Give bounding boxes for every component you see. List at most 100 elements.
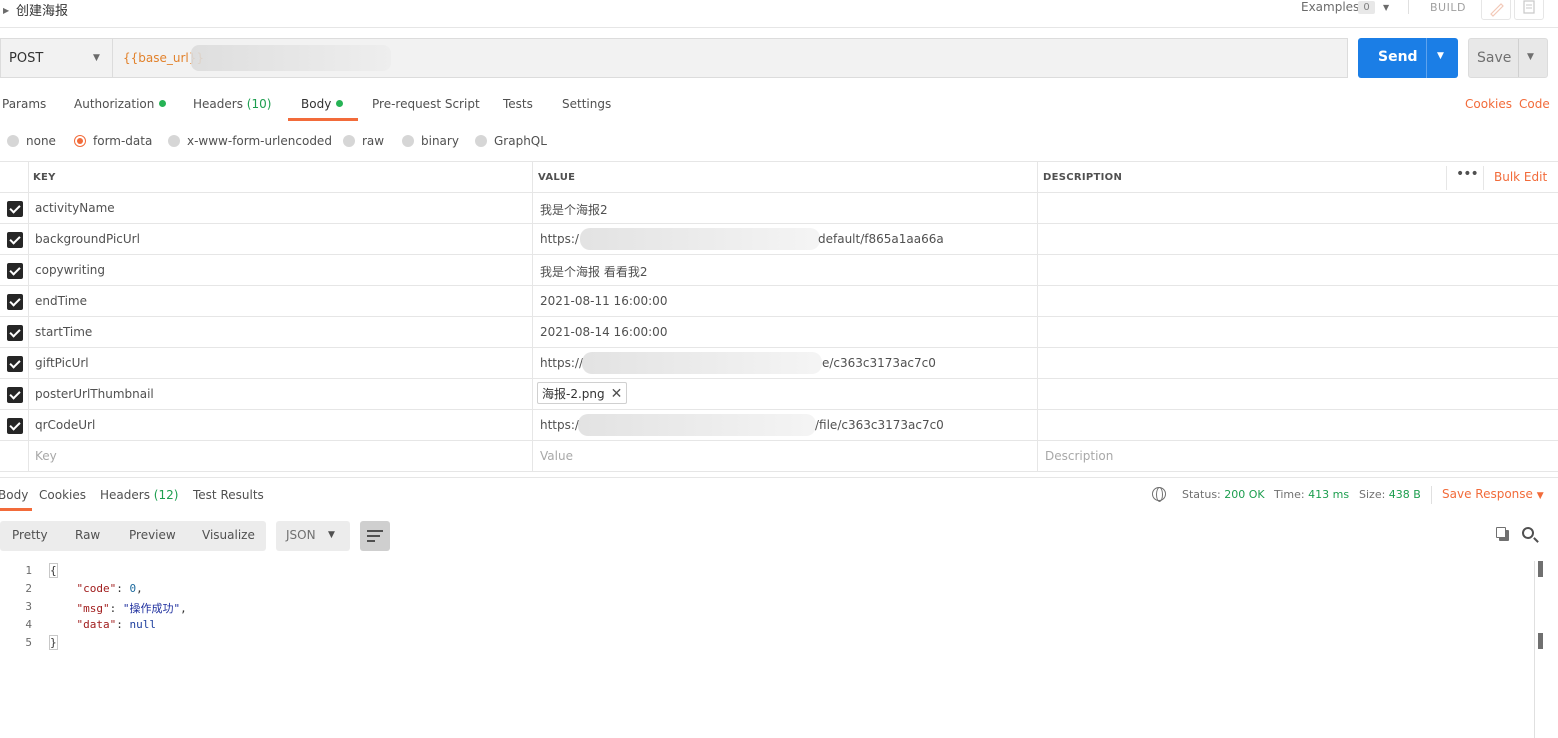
status-readout: Status: 200 OK [1182,488,1265,501]
code-line: } [49,635,58,650]
radio-graphql[interactable]: GraphQL [475,134,547,148]
response-tab-body[interactable]: Body [0,488,28,502]
response-tab-headers[interactable]: Headers (12) [100,488,178,502]
format-select[interactable]: JSON ▼ [276,521,350,551]
tab-params[interactable]: Params [2,97,46,111]
code-line: "data": null [76,618,157,631]
param-key[interactable]: qrCodeUrl [35,418,95,432]
param-value-prefix[interactable]: https:/ [540,232,579,246]
param-value[interactable]: 我是个海报 看看我2 [540,263,647,280]
param-value-suffix[interactable]: /file/c363c3173ac7c0 [815,418,944,432]
redacted-region [580,228,820,250]
more-options-icon[interactable]: ••• [1456,166,1479,182]
param-value-suffix[interactable]: default/f865a1aa66a [818,232,944,246]
column-divider [1483,166,1484,190]
build-mode-label[interactable]: BUILD [1430,1,1466,14]
edit-icon[interactable] [1481,0,1511,20]
code-line: "code": 0, [76,582,143,595]
column-header-key: KEY [33,172,56,183]
row-checkbox[interactable] [7,325,23,341]
redacted-region [191,45,391,71]
row-checkbox[interactable] [7,263,23,279]
bulk-edit-link[interactable]: Bulk Edit [1494,170,1547,184]
param-key[interactable]: copywriting [35,263,105,277]
tab-headers[interactable]: Headers (10) [193,97,271,111]
row-checkbox[interactable] [7,201,23,217]
column-header-value: VALUE [538,172,576,183]
tab-pre-request-script[interactable]: Pre-request Script [372,97,480,111]
examples-dropdown-icon[interactable]: ▼ [1383,3,1389,12]
tab-tests[interactable]: Tests [503,97,533,111]
radio-x-www-form-urlencoded[interactable]: x-www-form-urlencoded [168,134,332,148]
param-value[interactable]: 2021-08-14 16:00:00 [540,325,667,339]
cookies-link[interactable]: Cookies [1465,97,1512,111]
collapse-caret-icon[interactable]: ▶ [3,6,9,15]
wrap-lines-button[interactable] [360,521,390,551]
response-body-editor[interactable]: 1 { 2 "code": 0, 3 "msg": "操作成功", 4 "dat… [0,561,1540,738]
response-tab-test-results[interactable]: Test Results [193,488,264,502]
row-checkbox[interactable] [7,418,23,434]
tab-body[interactable]: Body [301,97,344,111]
param-value-suffix[interactable]: e/c363c3173ac7c0 [822,356,936,370]
globe-icon[interactable] [1152,487,1166,502]
column-divider [1446,166,1447,190]
examples-label[interactable]: Examples [1301,0,1359,14]
param-key[interactable]: giftPicUrl [35,356,89,370]
table-row-new: Key Value Description [0,441,1558,472]
redacted-region [582,352,822,374]
param-value-prefix[interactable]: https:// [540,356,583,370]
table-row: copywriting 我是个海报 看看我2 [0,255,1558,286]
param-key[interactable]: backgroundPicUrl [35,232,140,246]
param-value[interactable]: 2021-08-11 16:00:00 [540,294,667,308]
view-raw-button[interactable]: Raw [75,528,100,542]
line-number: 3 [25,600,32,613]
request-name[interactable]: 创建海报 [16,0,68,19]
radio-raw[interactable]: raw [343,134,384,148]
view-visualize-button[interactable]: Visualize [202,528,255,542]
documentation-icon[interactable] [1514,0,1544,20]
method-select[interactable]: POST ▼ [0,38,112,78]
send-options-icon[interactable]: ▼ [1437,51,1444,61]
tab-authorization[interactable]: Authorization [74,97,167,111]
copy-icon[interactable] [1496,527,1509,541]
response-tab-cookies[interactable]: Cookies [39,488,86,502]
save-options-icon[interactable]: ▼ [1527,52,1534,62]
row-checkbox[interactable] [7,294,23,310]
send-button[interactable]: Send ▼ [1358,38,1458,78]
param-key[interactable]: activityName [35,201,115,215]
row-checkbox[interactable] [7,356,23,372]
param-value-prefix[interactable]: https:/ [540,418,579,432]
new-description-input[interactable]: Description [1045,449,1113,463]
radio-form-data[interactable]: form-data [74,134,152,148]
row-checkbox[interactable] [7,387,23,403]
save-button[interactable]: Save ▼ [1468,38,1548,78]
table-row: startTime 2021-08-14 16:00:00 [0,317,1558,348]
response-tabs: Body Cookies Headers (12) Test Results S… [0,486,1558,512]
view-pretty-button[interactable]: Pretty [12,528,48,542]
remove-file-icon[interactable]: ✕ [611,386,623,402]
radio-binary[interactable]: binary [402,134,459,148]
code-line: { [49,563,58,578]
url-input[interactable]: {{base_url}} [112,38,1348,78]
save-response-button[interactable]: Save Response ▼ [1442,487,1544,501]
file-chip: 海报-2.png ✕ [537,382,628,404]
scrollbar-thumb[interactable] [1538,561,1543,577]
param-value[interactable]: 我是个海报2 [540,201,608,218]
view-preview-button[interactable]: Preview [129,528,176,542]
param-key[interactable]: endTime [35,294,87,308]
status-dot-icon [159,100,167,107]
code-link[interactable]: Code [1519,97,1550,111]
param-key[interactable]: startTime [35,325,92,339]
table-row: qrCodeUrl https:/ /file/c363c3173ac7c0 [0,410,1558,441]
param-key[interactable]: posterUrlThumbnail [35,387,154,401]
radio-none[interactable]: none [7,134,56,148]
tab-settings[interactable]: Settings [562,97,611,111]
format-label: JSON [286,528,316,542]
pane-divider[interactable] [0,477,1558,478]
row-checkbox[interactable] [7,232,23,248]
search-icon[interactable] [1522,527,1534,539]
scrollbar-marker [1538,633,1543,649]
new-value-input[interactable]: Value [540,449,573,463]
new-key-input[interactable]: Key [35,449,57,463]
scrollbar-track[interactable] [1534,561,1535,738]
